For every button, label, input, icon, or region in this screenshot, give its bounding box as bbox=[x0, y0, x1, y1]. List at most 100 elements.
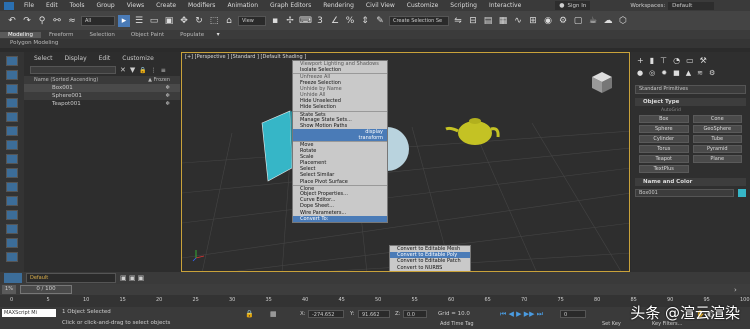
x-coordinate-field[interactable]: -274.652 bbox=[308, 310, 344, 318]
object-type-button[interactable]: Pyramid bbox=[692, 145, 742, 153]
object-type-button[interactable]: Plane bbox=[692, 155, 742, 163]
rect-selection-icon[interactable]: ▭ bbox=[148, 15, 160, 27]
viewport-label[interactable]: [+] [Perspective ] [Standard ] [Default … bbox=[185, 54, 306, 60]
workspace-dropdown[interactable]: Default bbox=[668, 1, 715, 10]
primitives-dropdown[interactable]: Standard Primitives bbox=[635, 85, 746, 94]
object-type-rollout[interactable]: Object Type bbox=[635, 98, 746, 106]
viewcube[interactable] bbox=[592, 72, 612, 93]
groups-filter-icon[interactable] bbox=[6, 182, 18, 192]
curve-editor-icon[interactable]: ∿ bbox=[512, 15, 524, 27]
motion-tab-icon[interactable]: ◔ bbox=[673, 56, 680, 65]
window-crossing-icon[interactable]: ▣ bbox=[163, 15, 175, 27]
object-type-button[interactable]: TextPlus bbox=[639, 165, 689, 173]
object-type-button[interactable]: Torus bbox=[639, 145, 689, 153]
menu-rendering[interactable]: Rendering bbox=[317, 2, 360, 9]
menu-interactive[interactable]: Interactive bbox=[483, 2, 527, 9]
object-name-field[interactable]: Box001 bbox=[635, 189, 734, 197]
tab-object-paint[interactable]: Object Paint bbox=[123, 32, 172, 38]
tab-populate[interactable]: Populate bbox=[172, 32, 212, 38]
object-type-button[interactable]: Box bbox=[639, 115, 689, 123]
move-icon[interactable]: ✥ bbox=[178, 15, 190, 27]
angle-snap-icon[interactable]: ∠ bbox=[329, 15, 341, 27]
utilities-tab-icon[interactable]: ⚒ bbox=[700, 56, 707, 65]
set-key-label[interactable]: Set Key bbox=[602, 321, 621, 327]
cameras-icon[interactable]: ■ bbox=[673, 69, 680, 77]
menu-customize[interactable]: Customize bbox=[401, 2, 445, 9]
layer-tools-icon[interactable]: ▣ ▣ ▣ bbox=[120, 274, 144, 282]
display-invert-icon[interactable] bbox=[6, 84, 18, 94]
object-type-button[interactable]: Tube bbox=[692, 135, 742, 143]
explorer-search-input[interactable] bbox=[30, 66, 116, 74]
link-icon[interactable]: ⚲ bbox=[36, 15, 48, 27]
layer-explorer-icon[interactable]: ▤ bbox=[482, 15, 494, 27]
helpers-filter-icon[interactable] bbox=[6, 154, 18, 164]
filter-icon[interactable]: ▼ bbox=[130, 66, 135, 74]
menu-tools[interactable]: Tools bbox=[64, 2, 91, 9]
align-icon[interactable]: ⊟ bbox=[467, 15, 479, 27]
current-frame-field[interactable]: 0 bbox=[560, 310, 586, 318]
object-type-button[interactable]: Cone bbox=[692, 115, 742, 123]
snaps-toggle-icon[interactable]: 3 bbox=[314, 15, 326, 27]
undo-icon[interactable]: ↶ bbox=[6, 15, 18, 27]
shapes-icon[interactable]: ◎ bbox=[649, 69, 655, 77]
modify-tab-icon[interactable]: ▮ bbox=[650, 56, 654, 65]
bones-filter-icon[interactable] bbox=[6, 210, 18, 220]
explorer-menu-customize[interactable]: Customize bbox=[122, 55, 154, 62]
render-production-icon[interactable]: ☕ bbox=[587, 15, 599, 27]
cameras-filter-icon[interactable] bbox=[6, 140, 18, 150]
time-slider-next-icon[interactable]: › bbox=[734, 286, 737, 294]
placement-icon[interactable]: ⌂ bbox=[223, 15, 235, 27]
time-slider-thumb[interactable]: 0 / 100 bbox=[20, 285, 72, 294]
select-manipulate-icon[interactable]: ✢ bbox=[284, 15, 296, 27]
app-logo-icon[interactable] bbox=[4, 1, 14, 10]
list-item[interactable]: Sphere001 ❄ bbox=[24, 92, 180, 100]
hierarchy-icon[interactable]: ⋮ bbox=[151, 67, 157, 74]
schematic-view-icon[interactable]: ⊞ bbox=[527, 15, 539, 27]
selection-lock-icon[interactable]: 🔒 bbox=[245, 310, 254, 318]
lights-icon[interactable]: ✹ bbox=[661, 69, 667, 77]
display-none-icon[interactable] bbox=[6, 56, 18, 66]
rendered-frame-icon[interactable]: ▢ bbox=[572, 15, 584, 27]
transform-mode-icon[interactable]: ▦ bbox=[270, 310, 277, 318]
tab-selection[interactable]: Selection bbox=[82, 32, 123, 38]
frozen-filter-icon[interactable] bbox=[6, 238, 18, 248]
toggle-ribbon-icon[interactable]: ▦ bbox=[497, 15, 509, 27]
object-type-button[interactable]: GeoSphere bbox=[692, 125, 742, 133]
scale-icon[interactable]: ⬚ bbox=[208, 15, 220, 27]
play-controls[interactable]: ⏮ ◀ ▶ ▶▶ ⏭ bbox=[500, 310, 543, 319]
hierarchy-tab-icon[interactable]: ⊤ bbox=[660, 56, 667, 65]
spacewarps-filter-icon[interactable] bbox=[6, 168, 18, 178]
maxscript-listener[interactable]: MAXScript Mi bbox=[2, 309, 56, 317]
time-slider-prev-icon[interactable]: 1% bbox=[2, 285, 16, 294]
menu-file[interactable]: File bbox=[18, 2, 40, 9]
containers-filter-icon[interactable] bbox=[6, 224, 18, 234]
object-type-button[interactable]: Teapot bbox=[639, 155, 689, 163]
submenu-item[interactable]: Convert to NURBS bbox=[390, 265, 470, 271]
keyboard-shortcut-icon[interactable]: ⌨ bbox=[299, 15, 312, 27]
column-name[interactable]: Name (Sorted Ascending) bbox=[34, 76, 98, 84]
percent-snap-icon[interactable]: % bbox=[344, 15, 356, 27]
hidden-filter-icon[interactable] bbox=[6, 252, 18, 262]
lock-icon[interactable]: 🔒 bbox=[139, 67, 146, 74]
snowflake-icon[interactable]: ❄ bbox=[165, 84, 170, 92]
a360-gallery-icon[interactable]: ⬡ bbox=[617, 15, 629, 27]
create-tab-icon[interactable]: + bbox=[637, 56, 644, 65]
mirror-icon[interactable]: ⇋ bbox=[452, 15, 464, 27]
layers-icon[interactable]: ≡ bbox=[161, 67, 166, 74]
display-tab-icon[interactable]: ▭ bbox=[686, 56, 694, 65]
geometry-filter-icon[interactable] bbox=[6, 98, 18, 108]
reference-coord-dropdown[interactable]: View bbox=[238, 15, 266, 26]
spacewarps-icon[interactable]: ≋ bbox=[697, 69, 703, 77]
unlink-icon[interactable]: ⚯ bbox=[51, 15, 63, 27]
snowflake-icon[interactable]: ❄ bbox=[165, 92, 170, 100]
render-cloud-icon[interactable]: ☁ bbox=[602, 15, 614, 27]
edit-named-sets-icon[interactable]: ✎ bbox=[374, 15, 386, 27]
y-coordinate-field[interactable]: 91.662 bbox=[358, 310, 390, 318]
name-color-rollout[interactable]: Name and Color bbox=[635, 178, 746, 186]
list-item[interactable]: Box001 ❄ bbox=[24, 84, 180, 92]
menu-graph-editors[interactable]: Graph Editors bbox=[264, 2, 317, 9]
menu-create[interactable]: Create bbox=[150, 2, 182, 9]
selection-filter-dropdown[interactable]: All bbox=[81, 15, 115, 26]
column-frozen[interactable]: ▲ Frozen bbox=[148, 76, 170, 84]
perspective-viewport[interactable]: [+] [Perspective ] [Standard ] [Default … bbox=[181, 52, 630, 272]
